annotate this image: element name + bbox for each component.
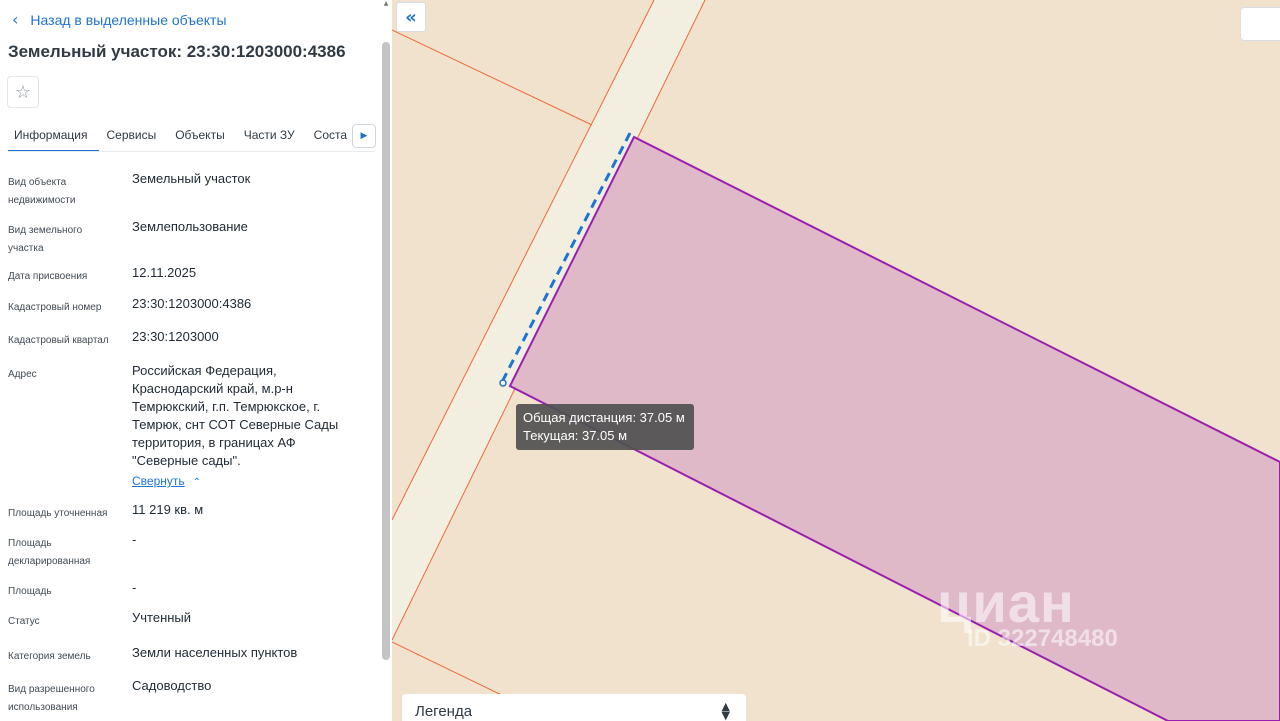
address-text: Российская Федерация, Краснодарский край…	[132, 363, 339, 468]
tabs-scroll-right-icon[interactable]: ▶	[352, 124, 376, 148]
row-value: 12.11.2025	[132, 265, 197, 280]
row-value: Учтенный	[132, 610, 192, 625]
current-distance: Текущая: 37.05 м	[523, 428, 628, 443]
row-label: Адрес	[8, 369, 37, 380]
row-value: -	[132, 532, 137, 547]
row-label: Кадастровый квартал	[8, 335, 109, 346]
tab-info[interactable]: Информация	[8, 118, 100, 151]
row-value: Российская Федерация, Краснодарский край…	[132, 362, 357, 492]
row-label: Кадастровый номер	[8, 302, 102, 313]
info-sidebar: ‹ Назад в выделенные объекты Земельный у…	[0, 0, 392, 721]
favorite-star-icon[interactable]: ☆	[7, 76, 39, 108]
tab-services[interactable]: Сервисы	[100, 118, 168, 150]
row-label: Вид объекта недвижимости	[8, 177, 76, 206]
row-label: Дата присвоения	[8, 271, 88, 282]
map-canvas[interactable]: « Общая дистанция: 37.05 м Текущая: 37.0…	[392, 0, 1280, 721]
chevron-up-icon[interactable]: ⌃	[193, 477, 201, 488]
row-label: Статус	[8, 616, 40, 627]
map-layers	[392, 0, 1280, 721]
expand-toggle-icon[interactable]: ▲ ▼	[722, 701, 730, 721]
map-control-button[interactable]	[1240, 7, 1280, 41]
row-label: Вид разрешенного использования	[8, 684, 95, 713]
back-to-selected-link[interactable]: ‹ Назад в выделенные объекты	[12, 10, 227, 29]
chevron-left-icon: ‹	[12, 10, 19, 29]
legend-panel[interactable]: Легенда ▲ ▼	[402, 694, 746, 721]
total-distance: Общая дистанция: 37.05 м	[523, 410, 685, 425]
measurement-point[interactable]	[499, 379, 507, 387]
row-value: Садоводство	[132, 678, 212, 693]
legend-title: Легенда	[415, 703, 473, 720]
sidebar-scrollbar[interactable]	[382, 42, 390, 660]
boundary-line	[392, 29, 593, 126]
row-label: Площадь декларированная	[8, 538, 91, 567]
watermark-id: ID 322748480	[967, 625, 1118, 652]
row-value: 11 219 кв. м	[132, 502, 204, 517]
watermark: циан ID 322748480	[937, 570, 1118, 653]
tab-objects[interactable]: Объекты	[169, 118, 237, 150]
tab-parts[interactable]: Части ЗУ	[238, 118, 307, 150]
row-value: 23:30:1203000	[132, 329, 219, 344]
row-value: -	[132, 580, 137, 595]
row-value: Земельный участок	[132, 171, 251, 186]
scroll-up-arrow-icon[interactable]: ▲	[382, 0, 390, 8]
back-link-label: Назад в выделенные объекты	[30, 11, 227, 28]
row-value: 23:30:1203000:4386	[132, 296, 252, 311]
tabs-bar: Информация Сервисы Объекты Части ЗУ Сост…	[8, 118, 374, 152]
distance-tooltip: Общая дистанция: 37.05 м Текущая: 37.05 …	[516, 404, 694, 450]
row-value: Земли населенных пунктов	[132, 645, 298, 660]
row-label: Категория земель	[8, 651, 91, 662]
page-title: Земельный участок: 23:30:1203000:4386	[8, 42, 346, 61]
row-label: Вид земельного участка	[8, 225, 83, 254]
row-label: Площадь	[8, 586, 52, 597]
collapse-panel-button[interactable]: «	[396, 2, 426, 32]
boundary-line	[392, 641, 513, 701]
collapse-link[interactable]: Свернуть	[132, 472, 185, 490]
row-label: Площадь уточненная	[8, 508, 108, 519]
row-value: Землепользование	[132, 219, 248, 234]
